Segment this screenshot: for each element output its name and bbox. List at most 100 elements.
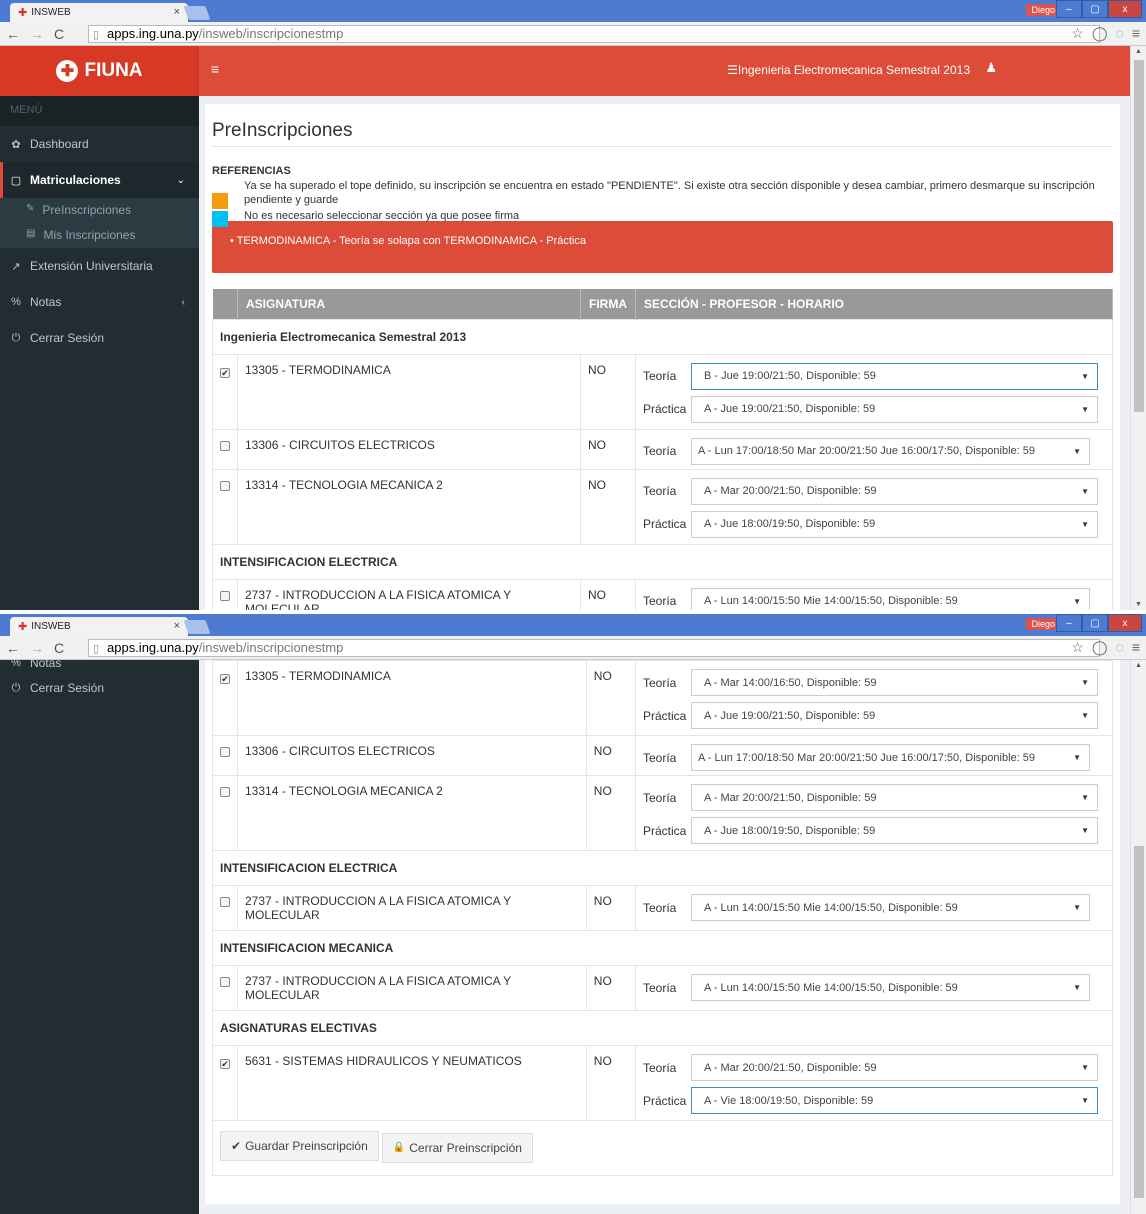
teoria-label: Teoría — [643, 444, 677, 458]
reference-pending: Ya se ha superado el tope definido, su i… — [212, 179, 1113, 209]
sidebar-item-label: Extensión Universitaria — [30, 259, 153, 273]
sidebar-item-mis-inscripciones[interactable]: ▤ Mis Inscripciones — [0, 223, 199, 248]
extension-icon[interactable]: ◌ — [1116, 639, 1124, 656]
practica-select[interactable]: A - Jue 18:00/19:50, Disponible: 59 ▼ — [691, 817, 1098, 844]
scroll-down-icon[interactable]: ▼ — [1135, 601, 1142, 608]
subject-checkbox[interactable] — [220, 897, 230, 907]
tab-close-icon[interactable]: × — [174, 6, 180, 18]
reference-pending-text: Ya se ha superado el tope definido, su i… — [244, 180, 1095, 206]
sidebar-item-matriculaciones[interactable]: ▢ Matriculaciones ⌄ — [0, 162, 199, 198]
career-menu[interactable]: ☰Ingenieria Electromecanica Semestral 20… — [727, 63, 970, 77]
extension-icon[interactable]: ◯ — [1092, 639, 1108, 656]
url-host: apps.ing.una.py — [107, 26, 199, 41]
subject-checkbox[interactable]: ✔ — [220, 1059, 230, 1069]
close-window-button[interactable]: x — [1108, 614, 1142, 632]
table-row: ✔ 5631 - SISTEMAS HIDRAULICOS Y NEUMATIC… — [212, 1045, 1113, 1121]
sidebar-item-cerrar-sesion[interactable]: ⏻ Cerrar Sesión — [0, 320, 199, 356]
practica-select[interactable]: A - Jue 19:00/21:50, Disponible: 59 ▼ — [691, 702, 1098, 729]
back-icon[interactable]: ← — [6, 26, 20, 42]
subject-checkbox[interactable] — [220, 440, 230, 451]
firma-value: NO — [585, 735, 637, 776]
dropdown-arrow-icon: ▼ — [1081, 826, 1089, 835]
teoria-select[interactable]: A - Mar 14:00/16:50, Disponible: 59 ▼ — [691, 669, 1098, 696]
hamburger-icon[interactable]: ≡ — [211, 61, 219, 77]
browser-menu-icon[interactable]: ≡ — [1132, 25, 1140, 42]
extension-icon[interactable]: ◌ — [1116, 25, 1124, 42]
profile-badge[interactable]: Diego — [1026, 4, 1060, 16]
external-link-icon: ↗ — [11, 260, 21, 273]
subject-checkbox[interactable] — [220, 747, 230, 757]
close-window-button[interactable]: x — [1108, 0, 1142, 18]
reload-icon[interactable]: C — [54, 26, 64, 42]
practica-select[interactable]: A - Jue 19:00/21:50, Disponible: 59 ▼ — [691, 395, 1098, 423]
browser-tools: ☆ ◯ ◌ ≡ — [1071, 639, 1140, 656]
content-box: ✔ 13305 - TERMODINAMICA NO Teoría A - Mar… — [205, 660, 1120, 1204]
scroll-up-icon[interactable]: ▲ — [1135, 48, 1142, 55]
page-scrollbar[interactable]: ▲ ▼ — [1130, 46, 1146, 610]
minimize-button[interactable]: – — [1056, 0, 1082, 18]
window-controls: – ▢ x — [1056, 614, 1142, 632]
browser-tab[interactable]: ✚ INSWEB × — [10, 3, 188, 22]
subject-checkbox[interactable] — [220, 480, 230, 491]
sidebar-item-notas[interactable]: % Notas — [0, 660, 199, 670]
subject-checkbox[interactable]: ✔ — [220, 367, 230, 378]
reload-icon[interactable]: C — [54, 640, 64, 656]
page-scrollbar[interactable]: ▲ — [1130, 660, 1146, 1214]
subject-checkbox[interactable]: ✔ — [220, 674, 230, 684]
scrollbar-thumb[interactable] — [1134, 60, 1144, 412]
scroll-up-icon[interactable]: ▲ — [1135, 662, 1142, 669]
teoria-select[interactable]: A - Lun 17:00/18:50 Mar 20:00/21:50 Jue … — [691, 437, 1090, 465]
references-title: REFERENCIAS — [212, 165, 291, 177]
back-icon[interactable]: ← — [6, 640, 20, 656]
table-row: 2737 - INTRODUCCION A LA FISICA ATOMICA … — [212, 965, 1113, 1011]
practica-label: Práctica — [643, 402, 687, 416]
page-icon: ▯ — [93, 29, 100, 41]
bookmark-star-icon[interactable]: ☆ — [1071, 639, 1084, 656]
teoria-label: Teoría — [643, 1060, 677, 1075]
new-tab-button[interactable] — [183, 6, 211, 20]
teoria-select[interactable]: A - Lun 14:00/15:50 Mie 14:00/15:50, Dis… — [691, 974, 1090, 1001]
sidebar-item-dashboard[interactable]: ✿ Dashboard — [0, 126, 199, 162]
teoria-select[interactable]: A - Lun 14:00/15:50 Mie 14:00/15:50, Dis… — [691, 894, 1090, 921]
teoria-select[interactable]: A - Lun 17:00/18:50 Mar 20:00/21:50 Jue … — [691, 744, 1090, 771]
url-field[interactable]: ▯ apps.ing.una.py/insweb/inscripcionestm… — [88, 639, 1100, 657]
sidebar-item-notas[interactable]: % Notas ‹ — [0, 284, 199, 320]
save-preinscription-button[interactable]: ✔ Guardar Preinscripción — [220, 1131, 379, 1161]
maximize-button[interactable]: ▢ — [1082, 614, 1108, 632]
new-tab-button[interactable] — [183, 620, 211, 634]
subject-checkbox[interactable] — [220, 977, 230, 987]
teoria-select[interactable]: A - Mar 20:00/21:50, Disponible: 59 ▼ — [691, 784, 1098, 811]
firma-value: NO — [585, 1045, 637, 1121]
teoria-select[interactable]: B - Jue 19:00/21:50, Disponible: 59 ▼ — [691, 362, 1098, 390]
subject-checkbox[interactable] — [220, 590, 230, 601]
url-path: /insweb/inscripcionestmp — [198, 26, 344, 41]
minimize-button[interactable]: – — [1056, 614, 1082, 632]
practica-label: Práctica — [643, 517, 687, 531]
selected-value: B - Jue 19:00/21:50, Disponible: 59 — [704, 370, 876, 382]
sidebar-item-cerrar-sesion[interactable]: ⏻ Cerrar Sesión — [0, 670, 199, 706]
extension-icon[interactable]: ◯ — [1092, 25, 1108, 42]
practica-select[interactable]: A - Vie 18:00/19:50, Disponible: 59 ▼ — [691, 1087, 1098, 1114]
tab-close-icon[interactable]: × — [174, 620, 180, 632]
brand-logo[interactable]: ✚ FIUNA — [0, 46, 199, 96]
url-field[interactable]: ▯ apps.ing.una.py/insweb/inscripcionestm… — [88, 25, 1100, 43]
forward-icon[interactable]: → — [30, 26, 44, 42]
teoria-select[interactable]: A - Lun 14:00/15:50 Mie 14:00/15:50, Dis… — [691, 587, 1090, 610]
subject-checkbox[interactable] — [220, 787, 230, 797]
teoria-select[interactable]: A - Mar 20:00/21:50, Disponible: 59 ▼ — [691, 477, 1098, 505]
practica-select[interactable]: A - Jue 18:00/19:50, Disponible: 59 ▼ — [691, 510, 1098, 538]
browser-menu-icon[interactable]: ≡ — [1132, 639, 1140, 656]
maximize-button[interactable]: ▢ — [1082, 0, 1108, 18]
dropdown-arrow-icon: ▼ — [1081, 1096, 1089, 1105]
sidebar-item-extension[interactable]: ↗ Extensión Universitaria — [0, 248, 199, 284]
profile-badge[interactable]: Diego — [1026, 618, 1060, 630]
bookmark-star-icon[interactable]: ☆ — [1071, 25, 1084, 42]
user-icon[interactable]: ♟ — [985, 60, 997, 76]
teoria-select[interactable]: A - Mar 20:00/21:50, Disponible: 59 ▼ — [691, 1054, 1098, 1081]
forward-icon[interactable]: → — [30, 640, 44, 656]
browser-tab[interactable]: ✚ INSWEB × — [10, 617, 188, 636]
scrollbar-thumb[interactable] — [1134, 846, 1144, 1198]
close-preinscription-button[interactable]: 🔒 Cerrar Preinscripción — [381, 1132, 533, 1163]
group-row: INTENSIFICACION ELECTRICA — [212, 543, 1113, 580]
sidebar-item-preinscripciones[interactable]: ✎ PreInscripciones — [0, 198, 199, 223]
